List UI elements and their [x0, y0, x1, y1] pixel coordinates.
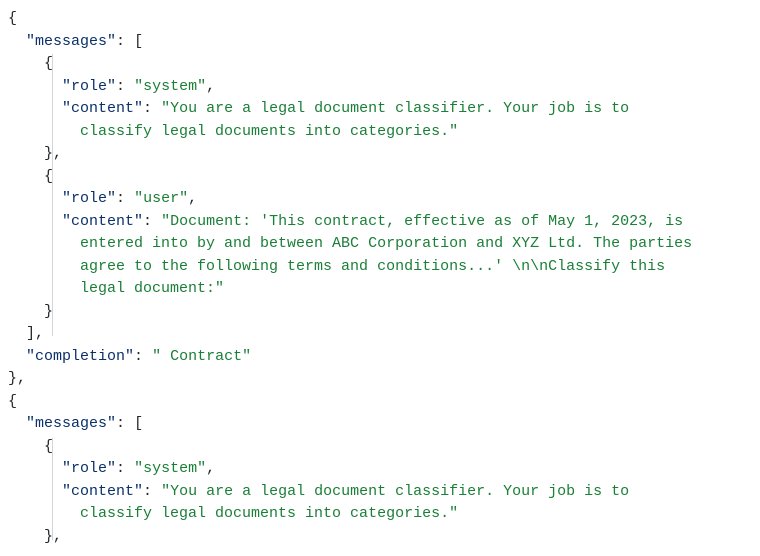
- value-content-line: legal document:": [80, 280, 224, 297]
- value-role: "user": [134, 190, 188, 207]
- value-completion: " Contract": [152, 348, 251, 365]
- key-content: "content": [62, 100, 143, 117]
- brace-open: {: [8, 10, 17, 27]
- key-messages: "messages": [26, 415, 116, 432]
- value-content-line: "You are a legal document classifier. Yo…: [161, 483, 629, 500]
- value-content-line: entered into by and between ABC Corporat…: [80, 235, 692, 252]
- value-content-line: "You are a legal document classifier. Yo…: [161, 100, 629, 117]
- value-content-line: agree to the following terms and conditi…: [80, 258, 665, 275]
- value-role: "system": [134, 78, 206, 95]
- key-role: "role": [62, 190, 116, 207]
- key-role: "role": [62, 460, 116, 477]
- value-content-line: classify legal documents into categories…: [80, 505, 458, 522]
- key-content: "content": [62, 213, 143, 230]
- key-messages: "messages": [26, 33, 116, 50]
- json-code-block: { "messages": [ { "role": "system", "con…: [8, 8, 752, 548]
- json-content: { "messages": [ { "role": "system", "con…: [8, 8, 752, 548]
- value-role: "system": [134, 460, 206, 477]
- value-content-line: "Document: 'This contract, effective as …: [161, 213, 683, 230]
- value-content-line: classify legal documents into categories…: [80, 123, 458, 140]
- key-completion: "completion": [26, 348, 134, 365]
- key-role: "role": [62, 78, 116, 95]
- key-content: "content": [62, 483, 143, 500]
